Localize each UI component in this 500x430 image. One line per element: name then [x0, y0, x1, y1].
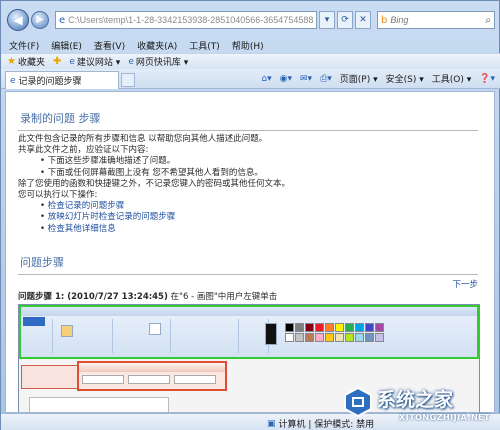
- select-tool-icon: [61, 325, 73, 337]
- search-icon[interactable]: ⌕: [485, 15, 491, 26]
- recorder-dialog-highlighted: [77, 361, 227, 391]
- color-1-swatch: [265, 323, 277, 345]
- page-title: 录制的问题 步骤: [20, 112, 101, 125]
- shapes-group: [173, 319, 239, 353]
- link-item: • 放映幻灯片时检查记录的问题步骤: [40, 212, 176, 223]
- dialog-buttons: [79, 372, 225, 387]
- slideshow-link[interactable]: 放映幻灯片时检查记录的问题步骤: [48, 212, 176, 222]
- tab-bar: e 记录的问题步骤 ⌂▾ ◉▾ ✉▾ ⎙▾ 页面(P) ▾ 安全(S) ▾ 工具…: [1, 69, 500, 89]
- divider: [18, 130, 478, 131]
- stop-icon[interactable]: ✕: [355, 11, 371, 29]
- browser-window: ◀ ▶ e C:\Users\temp\1-1-28-3342153938-28…: [0, 0, 500, 430]
- computer-icon: ▣: [267, 418, 276, 429]
- address-row: ◀ ▶ e C:\Users\temp\1-1-28-3342153938-28…: [1, 1, 500, 37]
- dropdown-arrow-icon[interactable]: ▾: [319, 11, 335, 29]
- intro-text: 此文件包含记录的所有步骤和信息 以帮助您向其他人描述此问题。 共享此文件之前，应…: [18, 134, 478, 235]
- suggested-sites-label: 建议网站 ▾: [76, 58, 121, 68]
- suggested-sites-link[interactable]: e 建议网站 ▾: [69, 55, 121, 69]
- link-item: • 检查记录的问题步骤: [40, 201, 125, 212]
- search-box: b ⌕: [377, 11, 495, 29]
- watermark-logo-icon: [344, 386, 372, 418]
- ie-page-icon: e: [128, 56, 134, 67]
- details-link[interactable]: 检查其他详细信息: [48, 224, 116, 234]
- bullet-item: • 下面或任何屏幕截图上没有 您不希望其他人看到的信息。: [40, 167, 263, 178]
- forward-button[interactable]: ▶: [31, 11, 49, 29]
- favorites-bar: ★ 收藏夹 ✚ e 建议网站 ▾ e 网页快讯库 ▾: [1, 53, 500, 69]
- search-input[interactable]: [390, 15, 471, 25]
- watermark-cn: 系统之家: [377, 389, 454, 411]
- tab-recorded-steps[interactable]: e 记录的问题步骤: [5, 71, 119, 89]
- recorder-small-window: [29, 397, 169, 412]
- ie-page-icon: e: [10, 75, 16, 86]
- watermark-en: XITONGZHIJIA.NET: [399, 413, 491, 422]
- page-menu[interactable]: 页面(P) ▾: [340, 72, 378, 85]
- menu-bar: 文件(F) 编辑(E) 查看(V) 收藏夹(A) 工具(T) 帮助(H): [1, 37, 500, 53]
- tools-menu[interactable]: 工具(O) ▾: [432, 72, 472, 85]
- ribbon-title-bar: [21, 307, 477, 316]
- mail-icon[interactable]: ✉▾: [300, 74, 312, 84]
- menu-help[interactable]: 帮助(H): [232, 39, 264, 52]
- next-link[interactable]: 下一步: [452, 278, 478, 290]
- add-favorite-icon: ✚: [52, 56, 62, 67]
- menu-edit[interactable]: 编辑(E): [51, 39, 82, 52]
- ie-page-icon: e: [69, 56, 75, 67]
- bing-icon: b: [381, 14, 388, 26]
- favorites-label: 收藏夹: [17, 58, 45, 68]
- feeds-icon[interactable]: ◉▾: [280, 74, 292, 84]
- note-line: 除了您使用的函数和快捷键之外，不记录您键入的密码或其他任何文本。: [18, 178, 291, 189]
- refresh-icon[interactable]: ⟳: [337, 11, 353, 29]
- watermark: 系统之家 XITONGZHIJIA.NET: [341, 381, 500, 430]
- tools-group: [115, 319, 171, 353]
- print-icon[interactable]: ⎙▾: [320, 74, 332, 84]
- bullet-item: • 下面这些步骤准确地描述了问题。: [40, 156, 176, 167]
- back-button[interactable]: ◀: [7, 9, 29, 31]
- review-steps-link[interactable]: 检查记录的问题步骤: [48, 201, 125, 211]
- dialog-title-bar: [79, 363, 225, 372]
- intro-line: 共享此文件之前，应验证以下内容:: [18, 145, 149, 156]
- link-item: • 检查其他详细信息: [40, 223, 116, 234]
- intro-line: 此文件包含记录的所有步骤和信息 以帮助您向其他人描述此问题。: [18, 134, 268, 144]
- step-1-caption: 问题步骤 1: (2010/7/27 13:24:45) 在"6 - 画图"中用…: [18, 292, 278, 302]
- safety-menu[interactable]: 安全(S) ▾: [386, 72, 424, 85]
- tab-label: 记录的问题步骤: [18, 77, 82, 87]
- steps-title: 问题步骤: [20, 256, 64, 269]
- address-actions: ▾ ⟳ ✕: [319, 11, 371, 29]
- star-icon: ★: [7, 56, 16, 67]
- ie-page-icon: e: [59, 14, 66, 26]
- divider: [18, 274, 478, 275]
- clipboard-group: [25, 319, 53, 353]
- address-bar[interactable]: e C:\Users\temp\1-1-28-3342153938-285104…: [55, 11, 317, 29]
- help-menu[interactable]: ❓▾: [479, 74, 495, 84]
- paint-ribbon: [19, 305, 479, 359]
- brush-icon: [149, 323, 161, 335]
- page-content: 录制的问题 步骤 此文件包含记录的所有步骤和信息 以帮助您向其他人描述此问题。 …: [5, 91, 495, 413]
- address-text[interactable]: C:\Users\temp\1-1-28-3342153938-28510405…: [68, 15, 313, 25]
- favorites-add[interactable]: ✚: [53, 56, 61, 67]
- favorites-button[interactable]: ★ 收藏夹: [7, 55, 45, 68]
- color-palette: [285, 323, 384, 342]
- menu-view[interactable]: 查看(V): [94, 39, 125, 52]
- command-bar: ⌂▾ ◉▾ ✉▾ ⎙▾ 页面(P) ▾ 安全(S) ▾ 工具(O) ▾ ❓▾: [261, 72, 495, 86]
- menu-file[interactable]: 文件(F): [9, 39, 39, 52]
- menu-tools[interactable]: 工具(T): [189, 39, 220, 52]
- web-slice-gallery-link[interactable]: e 网页快讯库 ▾: [128, 55, 189, 69]
- new-tab-button[interactable]: [121, 73, 135, 87]
- web-slice-gallery-label: 网页快讯库 ▾: [135, 58, 189, 68]
- can-do-line: 您可以执行以下操作:: [18, 190, 98, 201]
- home-icon[interactable]: ⌂▾: [261, 74, 271, 84]
- menu-favorites[interactable]: 收藏夹(A): [137, 39, 177, 52]
